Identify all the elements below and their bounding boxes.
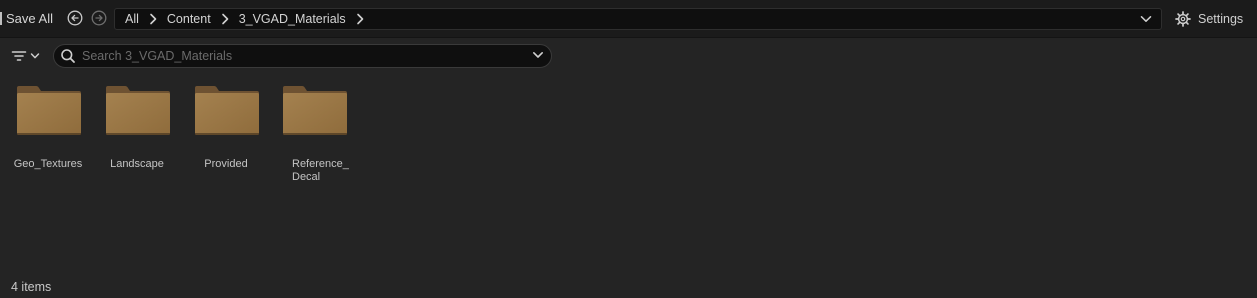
asset-grid: Geo_Textures Landscape Provided Referenc…	[0, 84, 400, 194]
breadcrumb-item-3-vgad-materials[interactable]: 3_VGAD_Materials	[229, 12, 364, 26]
history-forward-button[interactable]	[91, 10, 107, 26]
breadcrumb-item-all[interactable]: All	[115, 12, 157, 26]
folder-icon	[283, 86, 347, 135]
history-back-button[interactable]	[67, 10, 83, 26]
folder-geo-textures[interactable]: Geo_Textures	[6, 84, 90, 192]
content-browser-toolbar: Save All All Content 3_VGAD_Materials Se…	[0, 0, 1257, 38]
folder-label: Reference_ Decal	[292, 158, 349, 183]
search-box	[53, 44, 552, 68]
save-all-label: Save All	[6, 11, 53, 26]
save-icon	[0, 12, 2, 25]
search-history-dropdown[interactable]	[532, 49, 544, 61]
chevron-down-icon	[1140, 16, 1152, 22]
filter-button[interactable]	[11, 48, 40, 64]
folder-label: Provided	[204, 158, 248, 170]
gear-icon	[1175, 10, 1191, 27]
arrow-right-icon	[91, 10, 107, 26]
folder-icon	[17, 86, 81, 135]
chevron-right-icon[interactable]	[139, 13, 157, 25]
search-icon	[60, 48, 76, 64]
folder-provided[interactable]: Provided	[184, 84, 268, 192]
save-all-button[interactable]: Save All	[0, 0, 53, 37]
breadcrumb: All Content 3_VGAD_Materials	[114, 8, 1162, 30]
item-count-status: 4 items	[11, 280, 52, 294]
settings-button[interactable]: Settings	[1175, 0, 1243, 37]
folder-label: Geo_Textures	[13, 158, 83, 170]
path-history-dropdown[interactable]	[1139, 12, 1153, 26]
arrow-left-icon	[67, 10, 83, 26]
folder-icon	[106, 86, 170, 135]
folder-label: Landscape	[110, 158, 164, 170]
filter-icon	[11, 51, 27, 61]
chevron-down-icon	[533, 52, 543, 58]
search-input[interactable]	[82, 49, 522, 63]
chevron-right-icon[interactable]	[211, 13, 229, 25]
chevron-right-icon[interactable]	[346, 13, 364, 25]
folder-landscape[interactable]: Landscape	[95, 84, 179, 192]
breadcrumb-item-content[interactable]: Content	[157, 12, 229, 26]
chevron-down-icon	[30, 53, 40, 59]
folder-reference-decal[interactable]: Reference_ Decal	[272, 84, 356, 192]
settings-label: Settings	[1198, 11, 1244, 26]
folder-icon	[195, 86, 259, 135]
